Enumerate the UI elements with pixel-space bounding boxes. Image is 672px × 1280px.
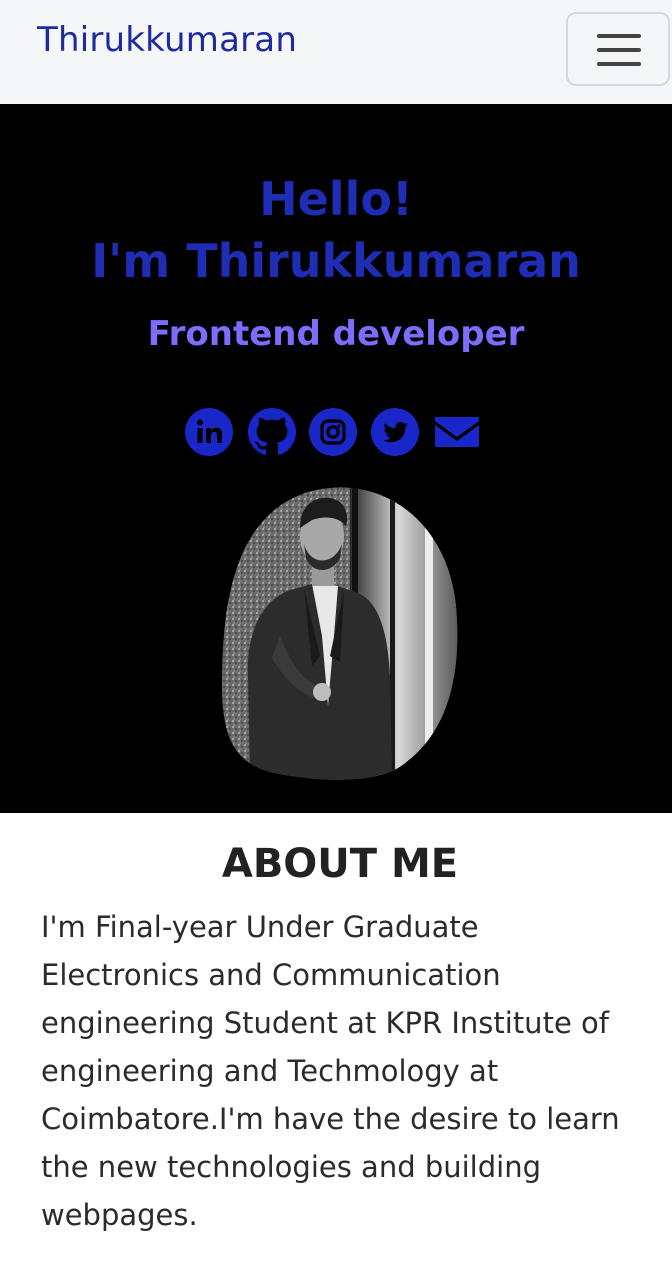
profile-photo — [220, 486, 458, 780]
twitter-icon[interactable] — [371, 408, 419, 456]
hero-section: Hello! I'm Thirukkumaran Frontend develo… — [0, 104, 672, 813]
greeting-hello: Hello! — [259, 172, 413, 226]
role-title: Frontend developer — [147, 314, 525, 354]
about-title: ABOUT ME — [221, 841, 459, 887]
navbar: Thirukkumaran — [0, 0, 672, 104]
email-icon[interactable] — [433, 408, 481, 454]
linkedin-icon[interactable] — [185, 408, 233, 456]
instagram-icon[interactable] — [309, 408, 357, 456]
greeting-name: I'm Thirukkumaran — [91, 234, 581, 288]
brand-link[interactable]: Thirukkumaran — [37, 20, 297, 60]
menu-toggle-button[interactable] — [566, 12, 670, 86]
github-icon[interactable] — [248, 408, 296, 455]
about-description: I'm Final-year Under Graduate Electronic… — [41, 910, 620, 1232]
